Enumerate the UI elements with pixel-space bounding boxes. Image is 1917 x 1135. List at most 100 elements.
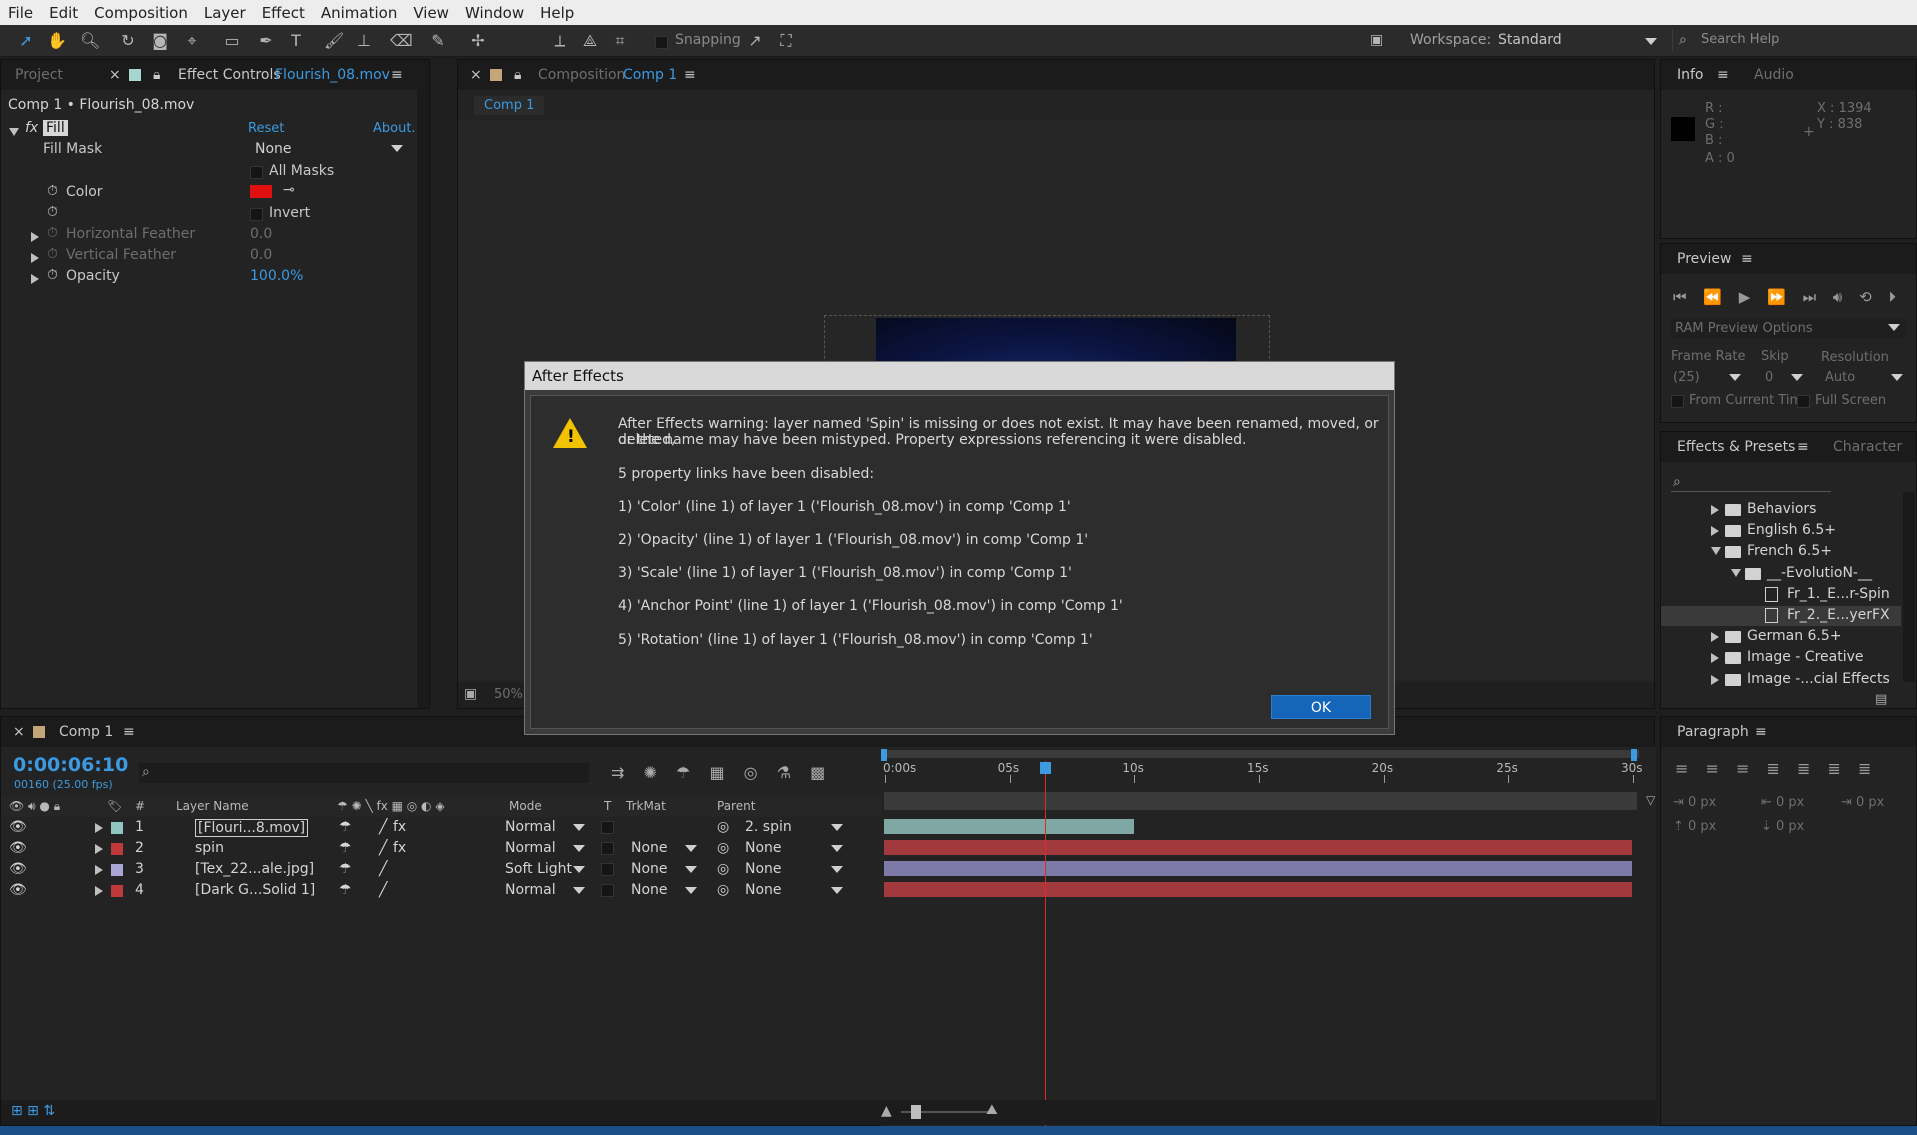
expand-triangle-icon[interactable] — [31, 253, 39, 263]
visibility-eye-icon[interactable]: 👁︎ — [9, 840, 27, 856]
lock-icon[interactable]: 🔒︎ — [153, 67, 160, 83]
align-center-icon[interactable]: ≡ — [1706, 759, 1719, 778]
shy-switch-icon[interactable]: ☂ — [339, 840, 352, 856]
preserve-transparency-checkbox[interactable] — [601, 821, 614, 834]
navigator-bar[interactable] — [884, 792, 1637, 810]
trkmat-dropdown[interactable]: None — [631, 840, 703, 856]
indent-first-line-field[interactable]: ⇤ 0 px — [1761, 795, 1804, 810]
pan-behind-tool-icon[interactable]: ⌖ — [182, 31, 202, 51]
previous-frame-icon[interactable]: ⏪ — [1703, 288, 1722, 306]
fx-switch-icon[interactable]: fx — [393, 819, 406, 835]
text-tool-icon[interactable]: T — [286, 31, 306, 51]
justify-last-left-icon[interactable]: ≣ — [1767, 759, 1780, 778]
zoom-level[interactable]: 50% — [494, 687, 523, 702]
menu-edit[interactable]: Edit — [41, 4, 86, 22]
layer-search-field[interactable]: ⌕ — [139, 763, 589, 783]
col-layer-name[interactable]: Layer Name — [176, 799, 249, 813]
next-frame-icon[interactable]: ⏩ — [1767, 288, 1786, 306]
trkmat-dropdown[interactable]: None — [631, 882, 703, 898]
tab-character[interactable]: Character — [1833, 439, 1902, 455]
current-timecode[interactable]: 0:00:06:10 — [13, 754, 128, 776]
scrollbar[interactable] — [1903, 492, 1915, 682]
opacity-value[interactable]: 100.0% — [250, 268, 303, 284]
play-icon[interactable]: ▶ — [1739, 288, 1751, 306]
expand-triangle-icon[interactable] — [1711, 674, 1719, 685]
pickwhip-icon[interactable]: ◎ — [717, 861, 729, 877]
axis-local-icon[interactable]: ⟂ — [550, 31, 570, 51]
layer-mode-dropdown[interactable]: Normal — [505, 840, 591, 856]
last-frame-icon[interactable]: ⏭ — [1803, 288, 1817, 306]
snap-features-icon[interactable]: ⛶ — [776, 31, 796, 51]
effects-tree-item[interactable]: Fr_1._E...r-Spin — [1661, 585, 1901, 605]
panel-menu-icon[interactable]: ≡ — [123, 724, 135, 740]
snapshot-icon[interactable]: ▣ — [464, 686, 477, 702]
rotate-tool-icon[interactable]: ↻ — [118, 31, 138, 51]
indent-left-field[interactable]: ⇥ 0 px — [1673, 795, 1716, 810]
fx-icon[interactable]: fx — [25, 120, 38, 136]
pickwhip-icon[interactable]: ◎ — [717, 882, 729, 898]
quality-switch-icon[interactable]: ╱ — [379, 882, 387, 898]
layer-label-color[interactable] — [111, 822, 123, 834]
justify-last-center-icon[interactable]: ≣ — [1797, 759, 1810, 778]
effect-controls-target[interactable]: Flourish_08.mov — [275, 67, 390, 83]
composition-target[interactable]: Comp 1 — [623, 67, 677, 83]
space-after-field[interactable]: ⇣ 0 px — [1761, 819, 1804, 834]
skip-dropdown[interactable]: 0 — [1761, 369, 1809, 387]
layer-duration-bar[interactable] — [884, 840, 1632, 855]
draft-3d-icon[interactable]: ✺ — [644, 763, 657, 782]
fill-mask-dropdown[interactable]: None — [249, 140, 409, 159]
layer-row[interactable]: 👁︎ 2 spin ☂ ╱ fx Normal None ◎ None — [1, 840, 881, 858]
tab-preview[interactable]: Preview — [1677, 251, 1732, 267]
from-current-time-checkbox[interactable] — [1671, 393, 1684, 409]
quality-switch-icon[interactable]: ╱ — [379, 861, 387, 877]
scrollbar[interactable] — [417, 90, 429, 708]
preserve-transparency-checkbox[interactable] — [601, 842, 614, 855]
panel-menu-icon[interactable]: ≡ — [391, 67, 403, 83]
stopwatch-icon[interactable]: ⏱︎ — [47, 204, 58, 220]
collapse-triangle-icon[interactable] — [1731, 568, 1741, 577]
layer-duration-bar[interactable] — [884, 861, 1632, 876]
align-right-icon[interactable]: ≡ — [1736, 759, 1749, 778]
horizontal-feather-value[interactable]: 0.0 — [250, 226, 272, 242]
expand-triangle-icon[interactable] — [95, 823, 103, 833]
panel-menu-icon[interactable]: ≡ — [1797, 439, 1809, 455]
expand-triangle-icon[interactable] — [95, 844, 103, 854]
new-folder-icon[interactable]: ▤ — [1875, 692, 1887, 707]
brush-tool-icon[interactable]: 🖌︎ — [324, 31, 344, 51]
effects-tree-item[interactable]: Image - Creative — [1661, 648, 1901, 668]
eyedropper-icon[interactable]: ⊸ — [283, 182, 295, 198]
layer-name[interactable]: [Flouri...8.mov] — [195, 819, 309, 837]
menu-help[interactable]: Help — [532, 4, 582, 22]
quality-switch-icon[interactable]: ╱ — [379, 840, 387, 856]
layer-mode-dropdown[interactable]: Normal — [505, 819, 591, 835]
frame-rate-dropdown[interactable]: (25) — [1671, 369, 1747, 387]
selection-tool-icon[interactable]: ➚ — [16, 31, 36, 51]
ram-preview-options-dropdown[interactable]: RAM Preview Options — [1671, 319, 1906, 339]
snapping-checkbox[interactable] — [655, 34, 668, 50]
lock-icon[interactable]: 🔒︎ — [514, 67, 521, 83]
menu-effect[interactable]: Effect — [254, 4, 313, 22]
expand-triangle-icon[interactable] — [95, 886, 103, 896]
workspace-chevron-down-icon[interactable] — [1645, 38, 1657, 45]
layer-duration-bar[interactable] — [884, 819, 1134, 834]
tab-info[interactable]: Info — [1677, 67, 1704, 83]
first-frame-icon[interactable]: ⏮ — [1673, 288, 1687, 306]
roto-brush-tool-icon[interactable]: ✎ — [428, 31, 448, 51]
pen-tool-icon[interactable]: ✒ — [256, 31, 276, 51]
fx-switch-icon[interactable]: fx — [393, 840, 406, 856]
stopwatch-icon[interactable]: ⏱︎ — [47, 183, 58, 199]
effects-tree-item[interactable]: __-EvolutioN-__ — [1661, 564, 1901, 584]
menu-view[interactable]: View — [405, 4, 457, 22]
justify-last-right-icon[interactable]: ≣ — [1828, 759, 1841, 778]
effects-tree-item[interactable]: English 6.5+ — [1661, 521, 1901, 541]
resolution-dropdown[interactable]: Auto — [1821, 369, 1909, 387]
menu-layer[interactable]: Layer — [196, 4, 254, 22]
layer-label-color[interactable] — [111, 843, 123, 855]
comp-marker-bin-icon[interactable]: ▽ — [1646, 793, 1655, 807]
effects-tree-item[interactable]: French 6.5+ — [1661, 542, 1901, 562]
snap-edges-icon[interactable]: ↗ — [745, 31, 765, 51]
panel-menu-icon[interactable]: ≡ — [1741, 251, 1753, 267]
layer-name[interactable]: spin — [195, 840, 224, 856]
layer-name[interactable]: [Tex_22...ale.jpg] — [195, 861, 314, 877]
expand-triangle-icon[interactable] — [1711, 526, 1719, 537]
